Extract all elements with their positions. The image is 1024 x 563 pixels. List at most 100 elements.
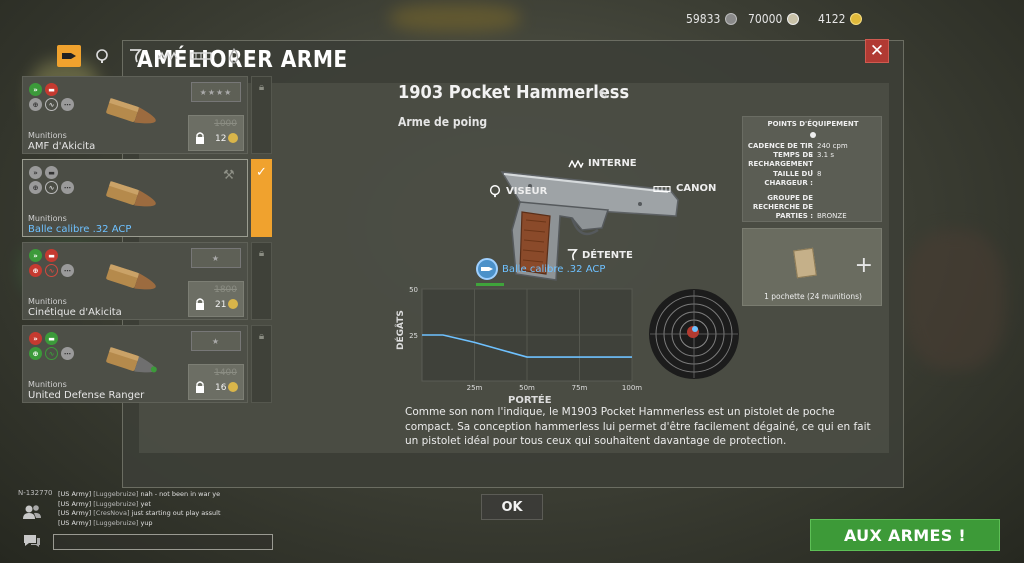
chart-y-tick: 50 (409, 286, 418, 294)
part-ammo[interactable]: Balle calibre .32 ACP (476, 258, 605, 280)
close-button[interactable]: ✕ (865, 39, 889, 63)
medal-resource: 70000 (748, 12, 800, 26)
top-resource-bar: 59833 70000 4122 (0, 0, 1024, 38)
damage-icon: ▬ (45, 166, 58, 179)
chat-line: [US Army] [Luggebruize] nah - not been i… (58, 490, 221, 498)
rarity-stars: ★ (191, 248, 241, 268)
ammo-filter-icon[interactable] (57, 45, 81, 67)
player-id: N-132770 (18, 489, 53, 497)
rarity-stars: ★ (191, 331, 241, 351)
damage-icon: ▬ (45, 83, 58, 96)
lock-icon (196, 298, 204, 310)
damage-icon: ▬ (45, 249, 58, 262)
checkmark-icon: ✓ (256, 165, 267, 180)
lock-icon: 🔒︎ (258, 248, 265, 259)
chart-x-tick: 25m (467, 384, 483, 392)
ammo-name: AMF d'Akicita (28, 141, 96, 152)
bullet-icon (106, 180, 156, 207)
weapon-description: Comme son nom l'indique, le M1903 Pocket… (405, 406, 871, 447)
silver-coin-icon (725, 13, 738, 25)
to-arms-button[interactable]: AUX ARMES ! (810, 519, 1000, 551)
unlock-cost[interactable]: 1000 12 (188, 115, 244, 151)
part-internal[interactable]: INTERNE (568, 158, 637, 169)
gold-coin-icon (228, 382, 238, 392)
ammo-card-body[interactable]: » ▬ ⊕ ∿ ⋯ ★★★★ 1000 12 Munitions AMF d'A… (22, 76, 248, 154)
add-pouch-button[interactable]: + (855, 255, 873, 277)
range-icon: ⋯ (61, 264, 74, 277)
barrel-icon (653, 185, 671, 192)
ok-button[interactable]: OK (481, 494, 543, 520)
background-blob (905, 230, 1005, 370)
ammo-select-slot[interactable]: 🔒︎ (251, 76, 272, 154)
part-barrel[interactable]: CANON (652, 183, 716, 194)
chart-x-tick: 50m (519, 384, 535, 392)
pencil-icon[interactable]: ✎ (598, 88, 609, 103)
wrench-icon: ⚒ (223, 168, 235, 183)
gold-resource: 4122 (818, 12, 863, 26)
ammo-card-32acp[interactable]: » ▬ ⊕ ∿ ⋯ ⚒ Munitions Balle calibre .32 … (22, 159, 272, 237)
accuracy-target (649, 289, 739, 379)
recoil-icon: ∿ (45, 98, 58, 111)
chat-input[interactable] (53, 534, 273, 550)
unlock-cost[interactable]: 1800 21 (188, 281, 244, 317)
weapon-type: Arme de poing (398, 115, 488, 129)
armor-piercing-icon: » (29, 83, 42, 96)
armor-piercing-icon: » (29, 166, 42, 179)
range-icon: ⋯ (61, 181, 74, 194)
flame-filter-icon[interactable] (222, 45, 246, 67)
trigger-filter-icon[interactable] (123, 45, 147, 67)
chat-line: [US Army] [CresNova] just starting out p… (58, 509, 221, 517)
ammo-card-amf[interactable]: » ▬ ⊕ ∿ ⋯ ★★★★ 1000 12 Munitions AMF d'A… (22, 76, 272, 154)
bullet-icon (106, 346, 157, 373)
armor-piercing-icon: » (29, 249, 42, 262)
medal-icon (787, 13, 800, 25)
damage-range-chart: 50 25 25m 50m 75m 100m (409, 286, 642, 392)
chart-x-tick: 75m (572, 384, 588, 392)
ammo-select-slot[interactable]: 🔒︎ (251, 325, 272, 403)
chat-icon[interactable] (22, 533, 42, 553)
scope-filter-icon[interactable] (90, 45, 114, 67)
gold-coin-icon (228, 299, 238, 309)
accuracy-icon: ⊕ (29, 181, 42, 194)
friends-icon[interactable] (22, 504, 42, 524)
chart-x-tick: 100m (622, 384, 642, 392)
unlock-cost[interactable]: 1400 16 (188, 364, 244, 400)
chat-line: [US Army] [Luggebruize] yet (58, 499, 151, 508)
damage-icon: ▬ (45, 332, 58, 345)
ammo-card-body[interactable]: » ▬ ⊕ ∿ ⋯ ⚒ Munitions Balle calibre .32 … (22, 159, 248, 237)
armor-piercing-icon: » (29, 332, 42, 345)
scope-icon (489, 185, 501, 198)
lock-icon: 🔒︎ (258, 331, 265, 342)
barrel-filter-icon[interactable] (189, 45, 213, 67)
bullet-icon (106, 263, 156, 290)
recoil-icon: ∿ (45, 181, 58, 194)
range-icon: ⋯ (61, 347, 74, 360)
ammo-pouch-slot[interactable]: + 1 pochette (24 munitions) (742, 228, 882, 306)
ammo-name: Balle calibre .32 ACP (28, 224, 132, 235)
ammo-select-slot[interactable]: 🔒︎ (251, 242, 272, 320)
spring-filter-icon[interactable] (156, 45, 180, 67)
bullet-icon (106, 97, 156, 124)
lock-icon (196, 381, 204, 393)
equipment-point-icon (810, 132, 816, 138)
accuracy-icon: ⊕ (29, 98, 42, 111)
part-filter-tabs (57, 45, 246, 67)
gold-coin-icon (228, 133, 238, 143)
chat-log: [US Army] [Luggebruize] nah - not been i… (58, 490, 221, 528)
ammo-card-body[interactable]: » ▬ ⊕ ∿ ⋯ ★ 1800 21 Munitions Cinétique … (22, 242, 248, 320)
ammo-card-united-defense[interactable]: » ▬ ⊕ ∿ ⋯ ★ 1400 16 Munitions United Def… (22, 325, 272, 403)
accuracy-icon: ⊕ (29, 347, 42, 360)
ammo-card-cinetique[interactable]: » ▬ ⊕ ∿ ⋯ ★ 1800 21 Munitions Cinétique … (22, 242, 272, 320)
ammo-badges: » ▬ ⊕ ∿ ⋯ (29, 83, 75, 111)
range-icon: ⋯ (61, 98, 74, 111)
ammo-card-body[interactable]: » ▬ ⊕ ∿ ⋯ ★ 1400 16 Munitions United Def… (22, 325, 248, 403)
lock-icon (196, 132, 204, 144)
ammo-pouch-icon (793, 247, 817, 279)
ammo-select-slot[interactable]: ✓ (251, 159, 272, 237)
weapon-stats-panel: POINTS D'ÉQUIPEMENT CADENCE DE TIR :240 … (742, 116, 882, 222)
lock-icon: 🔒︎ (258, 82, 265, 93)
spring-icon (568, 159, 584, 168)
ammo-badges: » ▬ ⊕ ∿ ⋯ (29, 166, 75, 194)
recoil-icon: ∿ (45, 264, 58, 277)
part-sight[interactable]: VISEUR (488, 184, 547, 198)
